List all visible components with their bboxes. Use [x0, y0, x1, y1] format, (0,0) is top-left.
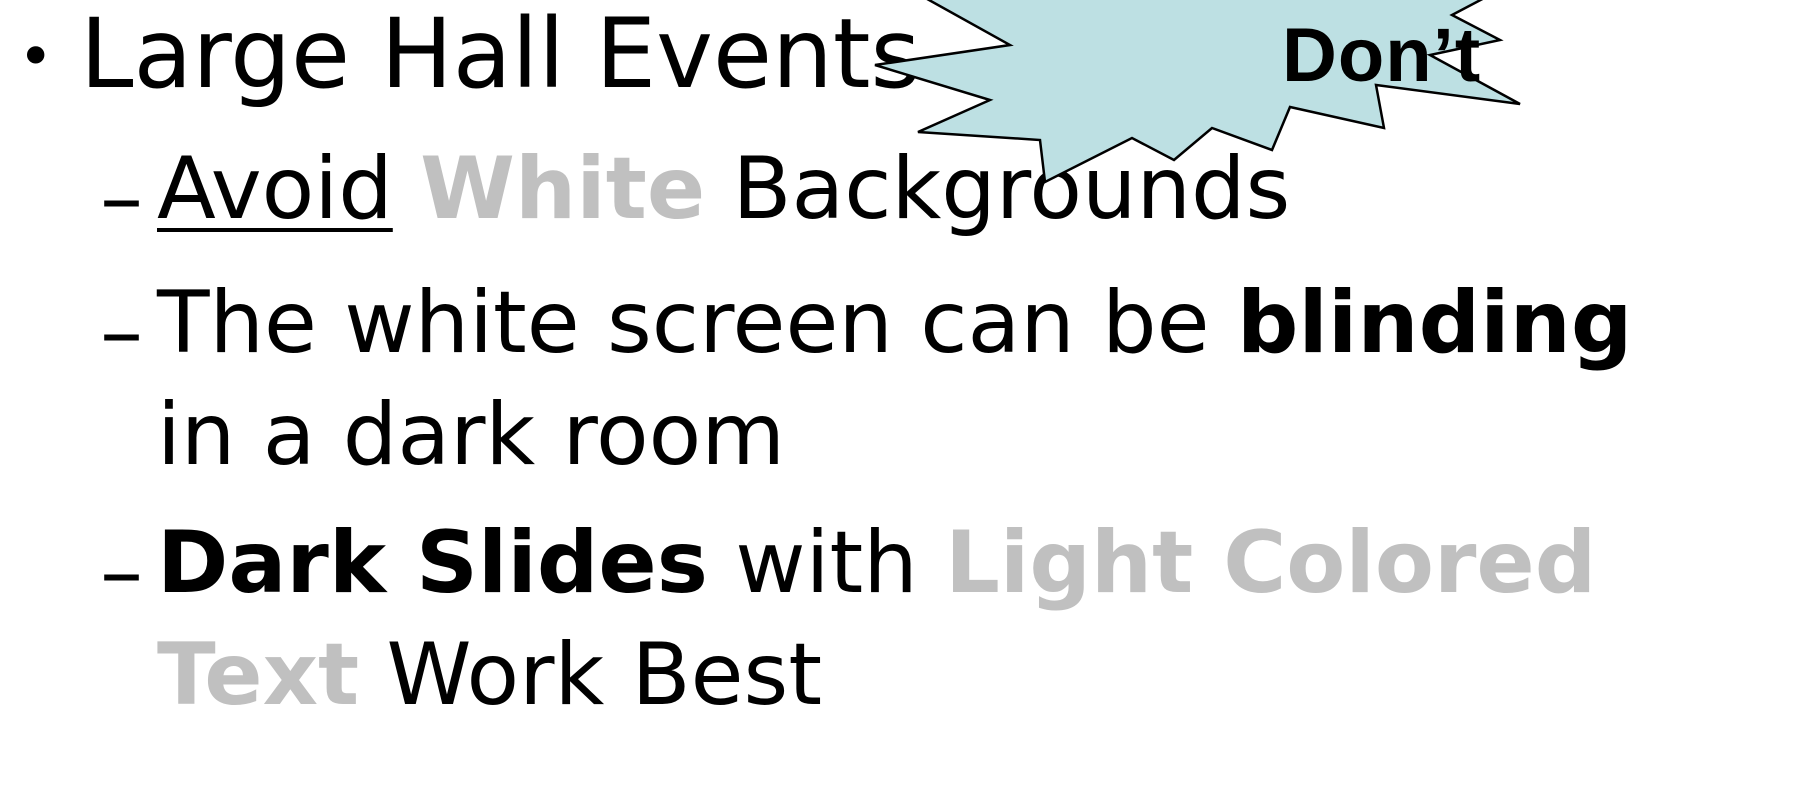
heading-text: Large Hall Events	[80, 0, 921, 110]
light-colored-text: Light Colored	[945, 513, 1597, 613]
heading-large-hall-events: Large Hall Events	[80, 6, 921, 102]
sub-bullet-white-screen-cont: in a dark room	[157, 392, 785, 478]
work-best-text: Work Best	[359, 625, 823, 725]
backgrounds-text: Backgrounds	[705, 139, 1291, 239]
sub-bullet-avoid-white: Avoid White Backgrounds	[157, 146, 1290, 232]
blinding-text: blinding	[1236, 273, 1633, 373]
dash-marker: –	[100, 148, 143, 248]
bullet-marker: •	[18, 22, 54, 92]
with-text: with	[707, 513, 946, 613]
callout-dont-label: Don’t	[1282, 13, 1482, 98]
text-word: Text	[157, 625, 360, 725]
dash-marker: –	[100, 282, 143, 382]
avoid-text: Avoid	[157, 139, 393, 239]
dark-slides-text: Dark Slides	[157, 513, 708, 613]
sub-bullet-white-screen: The white screen can be blinding	[157, 280, 1632, 366]
sub-bullet-dark-slides: Dark Slides with Light Colored	[157, 520, 1596, 606]
white-text: White	[420, 139, 706, 239]
white-screen-text: The white screen can be	[157, 273, 1237, 373]
dark-room-text: in a dark room	[157, 385, 786, 485]
sub-bullet-dark-slides-cont: Text Work Best	[157, 632, 822, 718]
dash-marker: –	[100, 522, 143, 622]
